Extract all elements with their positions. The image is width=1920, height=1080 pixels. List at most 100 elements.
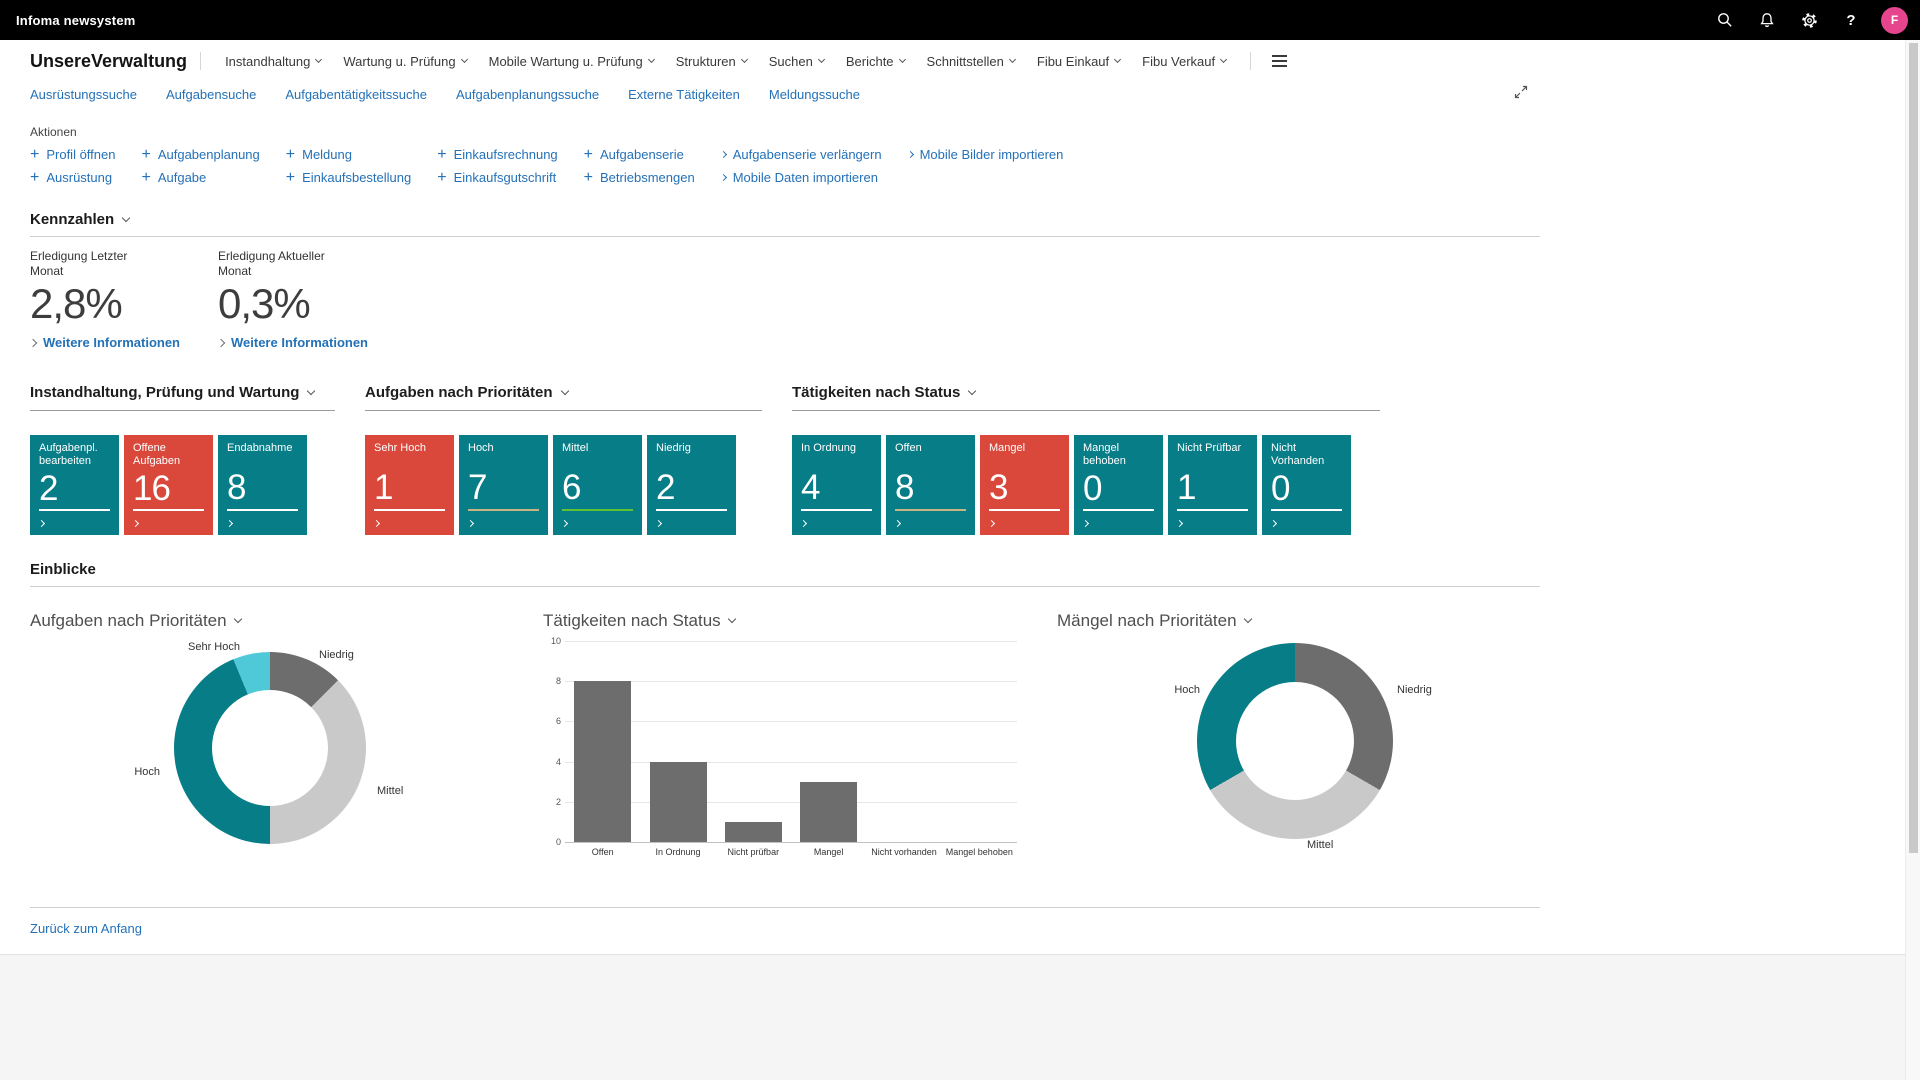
chart-title-label: Tätigkeiten nach Status <box>543 611 721 631</box>
cue-tile-nicht-vorhanden[interactable]: Nicht Vorhanden0 <box>1262 435 1351 535</box>
donut-chart-maengel-nach-prioritaeten[interactable] <box>1197 643 1393 839</box>
bar-in-ordnung[interactable] <box>650 762 707 842</box>
bar-chart-taetigkeiten-nach-status[interactable]: 0246810OffenIn OrdnungNicht prüfbarMange… <box>565 641 1017 842</box>
kpi-more-information-link[interactable]: Weitere Informationen <box>30 335 218 350</box>
more-options-hamburger-icon[interactable] <box>1268 51 1291 71</box>
search-icon[interactable] <box>1707 3 1743 37</box>
quicklink-aufgabenplanungssuche[interactable]: Aufgabenplanungssuche <box>456 87 599 102</box>
cue-tile-hoch[interactable]: Hoch7 <box>459 435 548 535</box>
nav-menu-instandhaltung[interactable]: Instandhaltung <box>225 54 321 69</box>
chevron-down-icon[interactable] <box>560 386 568 394</box>
action-aufgabenplanung[interactable]: +Aufgabenplanung <box>141 147 259 162</box>
action-label: Aufgabe <box>158 170 206 185</box>
plus-icon: + <box>437 149 446 160</box>
bar-nicht-prüfbar[interactable] <box>725 822 782 842</box>
action-aufgabenserie-verlängern[interactable]: Aufgabenserie verlängern <box>721 147 882 162</box>
cue-tile-offene-aufgaben[interactable]: Offene Aufgaben16 <box>124 435 213 535</box>
tile-group-aufgaben-nach-prioritäten: Aufgaben nach PrioritätenSehr Hoch1Hoch7… <box>365 384 762 535</box>
quicklink-aufgabentätigkeitssuche[interactable]: Aufgabentätigkeitssuche <box>285 87 427 102</box>
chart-title: Mängel nach Prioritäten <box>1057 611 1512 631</box>
help-icon[interactable]: ? <box>1833 3 1869 37</box>
chevron-down-icon[interactable] <box>307 386 315 394</box>
page-content: UnsereVerwaltung Instandhaltung Wartung u… <box>30 43 1540 938</box>
donut-chart-aufgaben-nach-prioritaeten[interactable] <box>174 652 366 844</box>
vertical-scrollbar[interactable] <box>1905 40 1920 1080</box>
quicklink-aufgabensuche[interactable]: Aufgabensuche <box>166 87 256 102</box>
action-profil-öffnen[interactable]: +Profil öffnen <box>30 147 115 162</box>
chevron-down-icon[interactable] <box>233 615 241 623</box>
group-divider <box>792 410 1380 411</box>
settings-gear-icon[interactable] <box>1791 3 1827 37</box>
kpi-more-information-link[interactable]: Weitere Informationen <box>218 335 406 350</box>
gridline <box>565 681 1017 682</box>
action-betriebsmengen[interactable]: +Betriebsmengen <box>584 170 695 185</box>
scrollbar-thumb[interactable] <box>1909 43 1918 853</box>
action-meldung[interactable]: +Meldung <box>286 147 411 162</box>
action-label: Profil öffnen <box>46 147 115 162</box>
collapse-header-icon[interactable] <box>1512 83 1530 106</box>
plus-icon: + <box>30 172 39 183</box>
chevron-down-icon[interactable] <box>727 615 735 623</box>
quicklink-externe-tätigkeiten[interactable]: Externe Tätigkeiten <box>628 87 740 102</box>
chevron-right-icon <box>720 174 727 181</box>
action-label: Einkaufsbestellung <box>302 170 411 185</box>
tile-value: 1 <box>374 470 445 505</box>
action-mobile-daten-importieren[interactable]: Mobile Daten importieren <box>721 170 882 185</box>
user-avatar[interactable]: F <box>1881 7 1908 34</box>
chevron-down-icon <box>1114 55 1121 62</box>
action-aufgabenserie[interactable]: +Aufgabenserie <box>584 147 695 162</box>
nav-menu-fibu-einkauf[interactable]: Fibu Einkauf <box>1037 54 1120 69</box>
cue-tile-mangel[interactable]: Mangel3 <box>980 435 1069 535</box>
quicklink-ausrüstungssuche[interactable]: Ausrüstungssuche <box>30 87 137 102</box>
cue-tile-offen[interactable]: Offen8 <box>886 435 975 535</box>
nav-menu-wartung-u-prüfung[interactable]: Wartung u. Prüfung <box>343 54 466 69</box>
cue-tile-mittel[interactable]: Mittel6 <box>553 435 642 535</box>
tile-label: Mittel <box>562 442 633 467</box>
tile-status-line <box>133 509 204 511</box>
cue-tile-mangel-behoben[interactable]: Mangel behoben0 <box>1074 435 1163 535</box>
group-heading: Tätigkeiten nach Status <box>792 384 1380 401</box>
nav-menu-suchen[interactable]: Suchen <box>769 54 824 69</box>
cue-tile-nicht-prüfbar[interactable]: Nicht Prüfbar1 <box>1168 435 1257 535</box>
action-einkaufsgutschrift[interactable]: +Einkaufsgutschrift <box>437 170 557 185</box>
nav-menu-strukturen[interactable]: Strukturen <box>676 54 747 69</box>
tile-status-line <box>989 509 1060 511</box>
tile-value: 3 <box>989 470 1060 505</box>
kpi-value: 2,8% <box>30 282 218 326</box>
gridline <box>565 842 1017 843</box>
chevron-down-icon[interactable] <box>122 213 130 221</box>
action-einkaufsrechnung[interactable]: +Einkaufsrechnung <box>437 147 557 162</box>
tile-label: Offene Aufgaben <box>133 442 204 468</box>
nav-menu-mobile-wartung-u-prüfung[interactable]: Mobile Wartung u. Prüfung <box>489 54 654 69</box>
action-mobile-bilder-importieren[interactable]: Mobile Bilder importieren <box>908 147 1064 162</box>
cue-tile-niedrig[interactable]: Niedrig2 <box>647 435 736 535</box>
chevron-right-icon <box>217 338 225 346</box>
bar-offen[interactable] <box>574 681 631 842</box>
y-axis-tick: 10 <box>543 636 561 646</box>
tile-status-line <box>1083 509 1154 511</box>
cue-tile-endabnahme[interactable]: Endabnahme8 <box>218 435 307 535</box>
action-ausrüstung[interactable]: +Ausrüstung <box>30 170 115 185</box>
nav-menu-schnittstellen[interactable]: Schnittstellen <box>927 54 1015 69</box>
bar-mangel[interactable] <box>800 782 857 842</box>
cue-tile-aufgabenpl-bearbeiten[interactable]: Aufgabenpl. bearbeiten2 <box>30 435 119 535</box>
chevron-down-icon[interactable] <box>1243 615 1251 623</box>
cue-tile-sehr-hoch[interactable]: Sehr Hoch1 <box>365 435 454 535</box>
cue-tile-in-ordnung[interactable]: In Ordnung4 <box>792 435 881 535</box>
chevron-right-icon <box>467 520 474 527</box>
action-einkaufsbestellung[interactable]: +Einkaufsbestellung <box>286 170 411 185</box>
chevron-down-icon[interactable] <box>968 386 976 394</box>
nav-menu-fibu-verkauf[interactable]: Fibu Verkauf <box>1142 54 1226 69</box>
action-column: +Einkaufsrechnung +Einkaufsgutschrift <box>437 147 557 185</box>
quicklink-meldungssuche[interactable]: Meldungssuche <box>769 87 860 102</box>
action-column: Mobile Bilder importieren <box>908 147 1064 185</box>
chevron-down-icon <box>1220 55 1227 62</box>
back-to-top-link[interactable]: Zurück zum Anfang <box>30 921 142 936</box>
notifications-bell-icon[interactable] <box>1749 3 1785 37</box>
action-aufgabe[interactable]: +Aufgabe <box>141 170 259 185</box>
tile-value: 2 <box>39 471 110 506</box>
tiles-row: In Ordnung4Offen8Mangel3Mangel behoben0N… <box>792 435 1380 535</box>
nav-menu-berichte[interactable]: Berichte <box>846 54 905 69</box>
chevron-right-icon <box>29 338 37 346</box>
company-name[interactable]: UnsereVerwaltung <box>30 51 187 72</box>
